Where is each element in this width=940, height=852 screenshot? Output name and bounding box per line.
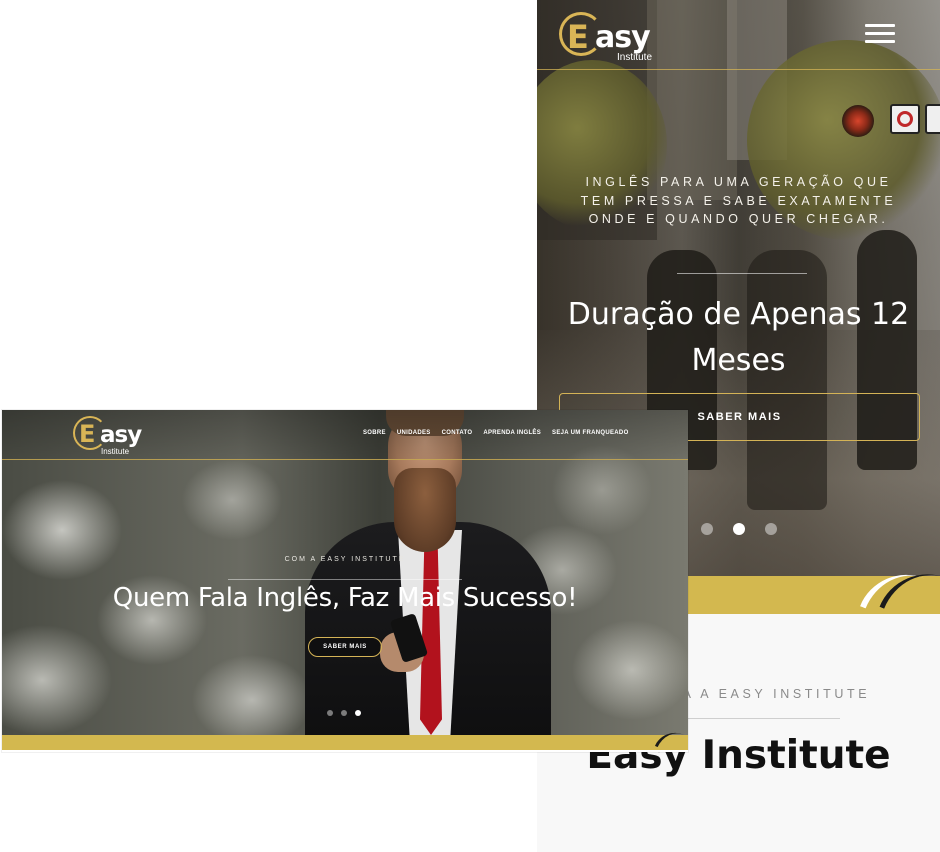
traffic-sign-icon bbox=[925, 104, 940, 134]
nav-item-sobre[interactable]: SOBRE bbox=[363, 430, 386, 436]
gold-band bbox=[2, 735, 688, 750]
logo-letter: E bbox=[79, 420, 96, 448]
hero-tagline: INGLÊS PARA UMA GERAÇÃO QUE TEM PRESSA E… bbox=[580, 175, 897, 226]
nav-item-seja-um-franqueado[interactable]: SEJA UM FRANQUEADO bbox=[552, 430, 629, 436]
logo-subtitle: Institute bbox=[101, 447, 130, 456]
slider-dot[interactable] bbox=[765, 523, 777, 535]
desktop-mockup: E asy Institute SOBRE UNIDADES CONTATO A… bbox=[2, 410, 688, 752]
slider-dot-active[interactable] bbox=[733, 523, 745, 535]
hamburger-icon[interactable] bbox=[865, 24, 895, 46]
about-divider bbox=[672, 718, 840, 719]
slider-dot-active[interactable] bbox=[355, 710, 361, 716]
logo-subtitle: Institute bbox=[617, 52, 653, 63]
nav-item-aprenda-ingles[interactable]: APRENDA INGLÊS bbox=[483, 430, 541, 436]
slider-dot[interactable] bbox=[701, 523, 713, 535]
slider-dots bbox=[327, 710, 361, 716]
man-beard-shape bbox=[394, 468, 456, 552]
hero-title: Quem Fala Inglês, Faz Mais Sucesso! bbox=[112, 583, 578, 613]
nav-item-unidades[interactable]: UNIDADES bbox=[397, 430, 431, 436]
hero-divider bbox=[228, 579, 462, 580]
slider-dot[interactable] bbox=[327, 710, 333, 716]
logo-word: asy bbox=[595, 20, 651, 55]
nav-item-contato[interactable]: CONTATO bbox=[442, 430, 473, 436]
hero-title: Duração de Apenas 12 Meses bbox=[567, 297, 910, 378]
logo-letter: E bbox=[567, 18, 589, 56]
saber-mais-button[interactable]: SABER MAIS bbox=[308, 637, 382, 657]
logo[interactable]: E asy Institute bbox=[559, 10, 659, 66]
slider-dot[interactable] bbox=[341, 710, 347, 716]
slider-dots bbox=[701, 523, 777, 535]
traffic-light-icon bbox=[842, 105, 874, 137]
desktop-header: E asy Institute SOBRE UNIDADES CONTATO A… bbox=[2, 410, 688, 460]
logo[interactable]: E asy Institute bbox=[73, 416, 153, 458]
hero-divider bbox=[677, 273, 807, 274]
main-nav: SOBRE UNIDADES CONTATO APRENDA INGLÊS SE… bbox=[363, 430, 629, 436]
logo-word: asy bbox=[100, 422, 142, 448]
mobile-header: E asy Institute bbox=[537, 0, 940, 70]
no-turn-sign-icon bbox=[890, 104, 920, 134]
hero-kicker: COM A EASY INSTITUTE bbox=[284, 556, 406, 563]
